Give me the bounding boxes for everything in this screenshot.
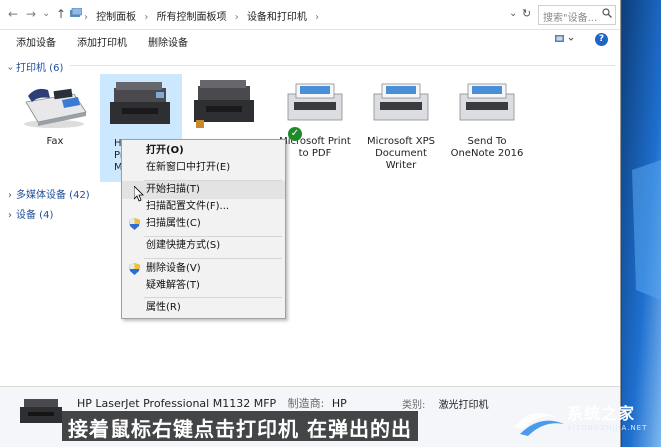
watermark-text: 系统之家 bbox=[567, 404, 636, 423]
device-name-row: HP LaserJet Professional M1132 MFP 制造商: … bbox=[77, 395, 347, 411]
forward-arrow-icon[interactable]: → bbox=[26, 7, 36, 21]
category-row: 类别: 激光打印机 bbox=[402, 396, 489, 411]
group-divider bbox=[70, 65, 615, 66]
back-arrow-icon[interactable]: ← bbox=[8, 7, 18, 21]
devices-and-printers-window: ← → ⌄ ↑ › 控制面板 › 所有控制面板项 › 设备和打印机 › ⌄ ↻ … bbox=[0, 0, 621, 447]
fax-icon bbox=[14, 72, 96, 132]
recent-locations-chevron-icon[interactable]: ⌄ bbox=[42, 8, 50, 19]
up-arrow-icon[interactable]: ↑ bbox=[56, 7, 66, 21]
menu-item-scan-properties[interactable]: 扫描属性(C) bbox=[122, 215, 285, 233]
menu-item-start-scan[interactable]: 开始扫描(T) bbox=[122, 181, 285, 199]
command-bar: 添加设备 添加打印机 删除设备 ? bbox=[0, 31, 620, 51]
default-printer-check-icon: ✓ bbox=[288, 127, 302, 141]
mouse-cursor-icon bbox=[134, 186, 144, 202]
control-panel-icon bbox=[70, 7, 83, 22]
category-value: 激光打印机 bbox=[438, 400, 489, 411]
device-name: HP LaserJet Professional M1132 MFP bbox=[77, 397, 277, 410]
help-icon[interactable]: ? bbox=[595, 33, 608, 46]
change-view-icon[interactable] bbox=[555, 34, 574, 44]
watermark-url: XITONGZHIJIA.NET bbox=[567, 424, 648, 432]
menu-item-label: 扫描属性(C) bbox=[146, 218, 201, 229]
add-device-button[interactable]: 添加设备 bbox=[16, 34, 56, 49]
group-header-devices[interactable]: › 设备 (4) bbox=[8, 206, 53, 221]
group-label: 多媒体设备 (42) bbox=[16, 190, 90, 201]
expand-chevron-icon: › bbox=[8, 210, 12, 221]
collapse-chevron-icon: › bbox=[4, 66, 16, 71]
menu-item-open[interactable]: 打开(O) bbox=[122, 142, 285, 160]
group-label: 设备 (4) bbox=[16, 210, 54, 221]
menu-item-scan-profiles[interactable]: 扫描配置文件(F)... bbox=[122, 198, 285, 216]
breadcrumb: › 控制面板 › 所有控制面板项 › 设备和打印机 › bbox=[84, 8, 324, 23]
menu-separator bbox=[144, 258, 282, 259]
device-label: Fax bbox=[46, 136, 64, 147]
device-send-to-onenote[interactable]: Send To OneNote 2016 bbox=[446, 72, 528, 160]
multifunction-printer-icon bbox=[20, 399, 62, 423]
device-hp-printer-2[interactable] bbox=[186, 72, 268, 136]
uac-shield-icon bbox=[129, 218, 140, 230]
menu-item-create-shortcut[interactable]: 创建快捷方式(S) bbox=[122, 237, 285, 255]
breadcrumb-separator: › bbox=[144, 12, 149, 23]
breadcrumb-devices-printers[interactable]: 设备和打印机 bbox=[247, 12, 307, 23]
menu-separator bbox=[144, 297, 282, 298]
remove-device-button[interactable]: 删除设备 bbox=[148, 34, 188, 49]
device-label: Microsoft Print to PDF bbox=[279, 136, 351, 159]
breadcrumb-all-items[interactable]: 所有控制面板项 bbox=[157, 12, 227, 23]
breadcrumb-separator: › bbox=[315, 12, 320, 23]
menu-item-remove-device[interactable]: 删除设备(V) bbox=[122, 260, 285, 278]
device-fax[interactable]: Fax bbox=[14, 72, 96, 148]
printer-icon bbox=[274, 72, 356, 132]
address-bar: ← → ⌄ ↑ › 控制面板 › 所有控制面板项 › 设备和打印机 › ⌄ ↻ … bbox=[0, 0, 620, 30]
multifunction-printer-icon bbox=[186, 72, 268, 132]
search-icon bbox=[602, 8, 612, 21]
device-microsoft-print-to-pdf[interactable]: Microsoft Print to PDF bbox=[274, 72, 356, 160]
menu-item-troubleshoot[interactable]: 疑难解答(T) bbox=[122, 277, 285, 295]
printer-icon bbox=[360, 72, 442, 132]
menu-item-properties[interactable]: 属性(R) bbox=[122, 299, 285, 317]
breadcrumb-separator: › bbox=[234, 12, 239, 23]
add-printer-button[interactable]: 添加打印机 bbox=[77, 34, 127, 49]
breadcrumb-control-panel[interactable]: 控制面板 bbox=[96, 12, 136, 23]
uac-shield-icon bbox=[129, 263, 140, 275]
menu-item-label: 删除设备(V) bbox=[146, 263, 201, 274]
desktop-background bbox=[622, 0, 661, 447]
menu-item-open-new-window[interactable]: 在新窗口中打开(E) bbox=[122, 159, 285, 177]
expand-chevron-icon: › bbox=[8, 190, 12, 201]
device-label: Microsoft XPS Document Writer bbox=[367, 136, 435, 171]
multifunction-printer-icon bbox=[100, 74, 182, 134]
group-header-multimedia[interactable]: › 多媒体设备 (42) bbox=[8, 186, 90, 201]
breadcrumb-separator: › bbox=[84, 12, 88, 23]
device-label: Send To OneNote 2016 bbox=[450, 136, 524, 159]
device-microsoft-xps-writer[interactable]: Microsoft XPS Document Writer bbox=[360, 72, 442, 172]
category-label: 类别: bbox=[402, 400, 426, 411]
maker-value: HP bbox=[331, 397, 347, 410]
address-dropdown-icon[interactable]: ⌄ bbox=[509, 8, 517, 19]
refresh-icon[interactable]: ↻ bbox=[522, 7, 531, 20]
printer-icon bbox=[446, 72, 528, 132]
search-placeholder: 搜索"设备... bbox=[543, 13, 598, 24]
maker-label: 制造商: bbox=[287, 397, 325, 410]
device-list: ›打印机 (6) Fax Pr M Microsoft Print to PDF… bbox=[0, 52, 620, 386]
search-input[interactable]: 搜索"设备... bbox=[538, 5, 616, 25]
context-menu: 打开(O) 在新窗口中打开(E) 开始扫描(T) 扫描配置文件(F)... 扫描… bbox=[121, 139, 286, 319]
video-subtitle: 接着鼠标右键点击打印机 在弹出的出 bbox=[62, 411, 418, 441]
